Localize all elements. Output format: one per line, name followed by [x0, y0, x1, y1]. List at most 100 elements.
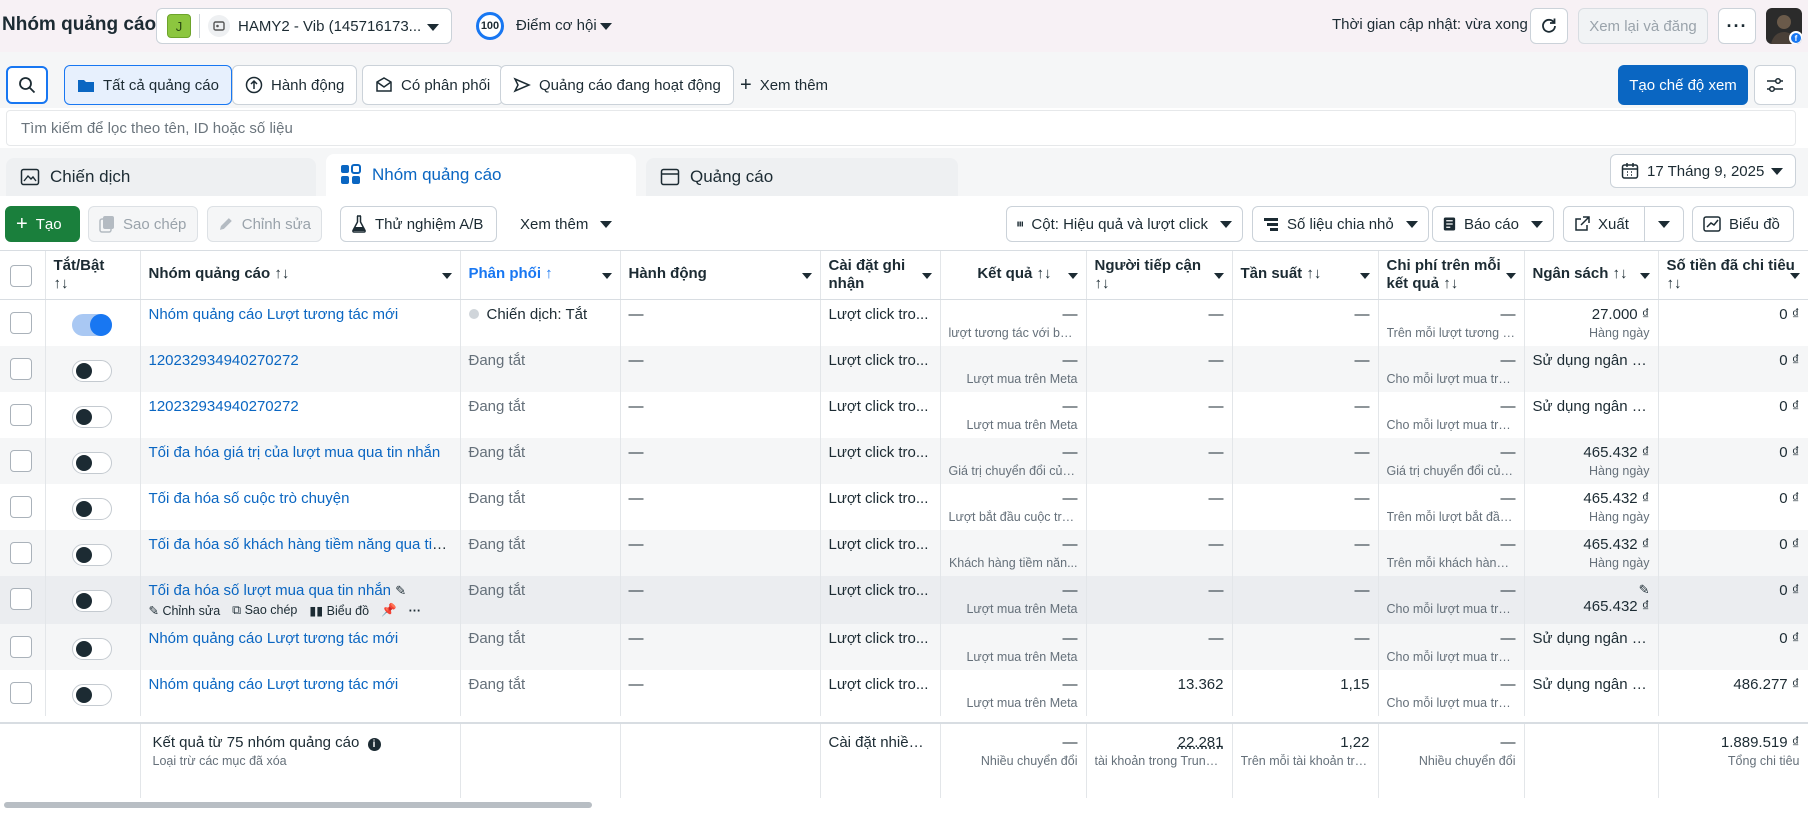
avatar[interactable]: f: [1766, 8, 1802, 44]
header-toggle[interactable]: Tắt/Bật ↑↓: [45, 251, 141, 300]
on-off-toggle[interactable]: [71, 638, 112, 660]
export-options-button[interactable]: [1644, 206, 1684, 242]
table-row[interactable]: Tối đa hóa giá trị của lượt mua qua tin …: [0, 438, 1808, 484]
opportunity-score-label[interactable]: Điểm cơ hội: [516, 17, 597, 34]
on-off-toggle[interactable]: [71, 314, 112, 336]
on-off-toggle[interactable]: [71, 590, 112, 612]
row-checkbox[interactable]: [10, 636, 32, 658]
row-chart-action[interactable]: ▮▮ Biểu đồ: [309, 603, 369, 618]
row-checkbox[interactable]: [10, 358, 32, 380]
table-row[interactable]: Tối đa hóa số khách hàng tiềm năng qua t…: [0, 530, 1808, 576]
chevron-down-icon[interactable]: [1067, 273, 1078, 279]
export-button[interactable]: Xuất: [1563, 206, 1645, 242]
view-settings-button[interactable]: [1754, 65, 1796, 105]
on-off-toggle[interactable]: [71, 406, 112, 428]
create-view-button[interactable]: Tạo chế độ xem: [1618, 65, 1748, 105]
filter-active-ads[interactable]: Quảng cáo đang hoạt động: [500, 65, 734, 105]
on-off-toggle[interactable]: [71, 452, 112, 474]
edit-button[interactable]: Chỉnh sửa: [207, 206, 322, 242]
header-frequency[interactable]: Tần suất ↑↓: [1232, 251, 1379, 300]
header-cost-per-result[interactable]: Chi phí trên mỗi kết quả ↑↓: [1378, 251, 1525, 300]
pin-icon[interactable]: 📌: [381, 603, 397, 618]
row-checkbox[interactable]: [10, 542, 32, 564]
review-and-publish-button[interactable]: Xem lại và đăng: [1578, 8, 1708, 44]
table-row[interactable]: Tối đa hóa số cuộc trò chuyện Đang tắt — Lư…: [0, 484, 1808, 530]
table-row[interactable]: Tối đa hóa số lượt mua qua tin nhắn ✎ ✎ C…: [0, 576, 1808, 624]
budget-cell[interactable]: Sử dụng ngân s...: [1524, 624, 1659, 670]
tab-ads[interactable]: Quảng cáo: [646, 158, 958, 196]
header-budget[interactable]: Ngân sách ↑↓: [1524, 251, 1659, 300]
charts-button[interactable]: Biểu đồ: [1692, 206, 1794, 242]
budget-cell[interactable]: Sử dụng ngân s...: [1524, 392, 1659, 438]
row-duplicate-action[interactable]: ⧉ Sao chép: [232, 603, 297, 618]
row-checkbox[interactable]: [10, 450, 32, 472]
duplicate-button[interactable]: Sao chép: [88, 206, 198, 242]
chevron-down-icon[interactable]: [441, 273, 452, 279]
filter-has-delivery[interactable]: Có phân phối: [362, 65, 504, 105]
breakdown-button[interactable]: Số liệu chia nhỏ: [1252, 206, 1429, 242]
row-checkbox[interactable]: [10, 588, 32, 610]
columns-button[interactable]: Cột: Hiệu quả và lượt click: [1006, 206, 1243, 242]
chevron-down-icon[interactable]: [600, 23, 612, 30]
chevron-down-icon[interactable]: [1789, 273, 1800, 279]
pencil-icon[interactable]: ✎: [395, 583, 406, 598]
table-row[interactable]: Nhóm quảng cáo Lượt tương tác mới Đang tắ…: [0, 670, 1808, 716]
ad-set-name-link[interactable]: 120232934940270272: [149, 398, 299, 415]
ad-set-name-link[interactable]: Tối đa hóa số lượt mua qua tin nhắn: [149, 582, 392, 599]
table-row[interactable]: Nhóm quảng cáo Lượt tương tác mới Chiến d…: [0, 299, 1808, 346]
filter-all-ads[interactable]: Tất cả quảng cáo: [64, 65, 232, 105]
budget-cell[interactable]: ✎ 465.432 ₫: [1524, 576, 1659, 624]
table-row[interactable]: 120232934940270272 Đang tắt — Lượt click tr…: [0, 346, 1808, 392]
ad-set-name-link[interactable]: Nhóm quảng cáo Lượt tương tác mới: [149, 630, 399, 647]
pencil-icon[interactable]: ✎: [1533, 582, 1650, 598]
budget-cell[interactable]: 27.000 ₫ Hàng ngày: [1524, 299, 1659, 346]
on-off-toggle[interactable]: [71, 544, 112, 566]
table-row[interactable]: Nhóm quảng cáo Lượt tương tác mới Đang tắ…: [0, 624, 1808, 670]
select-all-checkbox[interactable]: [10, 265, 32, 287]
ad-set-name-link[interactable]: Tối đa hóa số cuộc trò chuyện: [149, 490, 350, 507]
row-edit-action[interactable]: ✎ Chỉnh sửa: [149, 603, 221, 618]
header-actions[interactable]: Hành động: [620, 251, 821, 300]
tab-ad-sets[interactable]: Nhóm quảng cáo: [326, 154, 636, 196]
header-delivery[interactable]: Phân phối ↑: [460, 251, 621, 300]
ad-set-name-link[interactable]: Tối đa hóa số khách hàng tiềm năng qua t…: [149, 536, 460, 553]
filter-more[interactable]: + Xem thêm: [728, 65, 840, 105]
tab-campaigns[interactable]: Chiến dịch: [6, 158, 316, 196]
row-checkbox[interactable]: [10, 312, 32, 334]
ad-set-name-link[interactable]: Tối đa hóa giá trị của lượt mua qua tin …: [149, 444, 441, 461]
on-off-toggle[interactable]: [71, 360, 112, 382]
date-range-picker[interactable]: 17 Tháng 9, 2025: [1610, 154, 1796, 188]
row-checkbox[interactable]: [10, 404, 32, 426]
chevron-down-icon[interactable]: [1639, 273, 1650, 279]
more-icon[interactable]: ···: [409, 604, 422, 618]
on-off-toggle[interactable]: [71, 498, 112, 520]
filter-actions[interactable]: Hành động: [232, 65, 358, 105]
budget-cell[interactable]: Sử dụng ngân s...: [1524, 346, 1659, 392]
create-button[interactable]: + Tạo: [5, 206, 80, 242]
on-off-toggle[interactable]: [71, 684, 112, 706]
horizontal-scrollbar[interactable]: [0, 798, 1808, 820]
opportunity-score-icon[interactable]: 100: [476, 12, 504, 40]
chevron-down-icon[interactable]: [1505, 273, 1516, 279]
search-button[interactable]: [6, 66, 48, 104]
ad-set-name-link[interactable]: Nhóm quảng cáo Lượt tương tác mới: [149, 676, 399, 693]
budget-cell[interactable]: Sử dụng ngân s...: [1524, 670, 1659, 716]
search-input[interactable]: [21, 119, 1795, 137]
vertical-scrollbar[interactable]: [1802, 250, 1808, 720]
chevron-down-icon[interactable]: [1359, 273, 1370, 279]
chevron-down-icon[interactable]: [601, 273, 612, 279]
reports-button[interactable]: Báo cáo: [1432, 206, 1554, 242]
header-amount-spent[interactable]: Số tiền đã chi tiêu ↑↓: [1658, 251, 1808, 300]
table-row[interactable]: 120232934940270272 Đang tắt — Lượt click tr…: [0, 392, 1808, 438]
ad-set-name-link[interactable]: Nhóm quảng cáo Lượt tương tác mới: [149, 306, 399, 323]
more-actions-button[interactable]: Xem thêm: [510, 206, 620, 242]
ad-set-name-link[interactable]: 120232934940270272: [149, 352, 299, 369]
row-checkbox[interactable]: [10, 496, 32, 518]
budget-cell[interactable]: 465.432 ₫ Hàng ngày: [1524, 530, 1659, 576]
header-name[interactable]: Nhóm quảng cáo ↑↓: [140, 251, 461, 300]
ab-test-button[interactable]: Thử nghiệm A/B: [340, 206, 497, 242]
chevron-down-icon[interactable]: [921, 273, 932, 279]
header-attribution[interactable]: Cài đặt ghi nhận: [820, 251, 941, 300]
summary-reach-value[interactable]: 22.281: [1178, 734, 1224, 751]
header-reach[interactable]: Người tiếp cận ↑↓: [1086, 251, 1233, 300]
